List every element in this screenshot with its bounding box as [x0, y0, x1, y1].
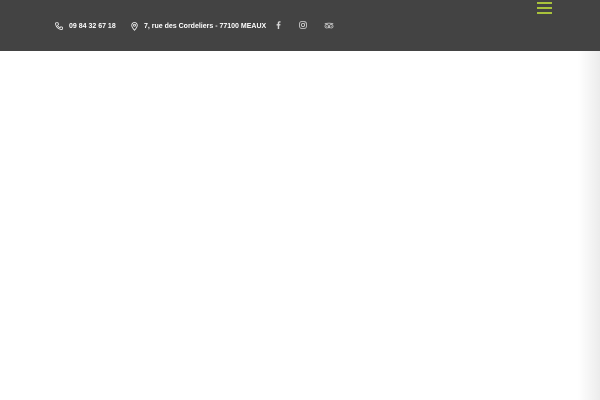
- instagram-icon: [299, 16, 307, 34]
- tripadvisor-link[interactable]: [323, 19, 335, 31]
- phone-number: 09 84 32 67 18: [69, 22, 116, 30]
- scrollbar-shade: [578, 51, 600, 400]
- address-text: 7, rue des Cordeliers - 77100 MEAUX: [144, 22, 267, 30]
- hamburger-menu-icon-bar-middle: [537, 7, 552, 9]
- page: 09 84 32 67 18 7, rue des Cordeliers - 7…: [0, 0, 600, 400]
- address-link[interactable]: 7, rue des Cordeliers - 77100 MEAUX: [130, 19, 266, 33]
- facebook-link[interactable]: [272, 19, 284, 31]
- hamburger-menu-icon-bar-bottom: [537, 12, 552, 14]
- main-content: [0, 51, 600, 400]
- map-pin-icon: [130, 21, 138, 31]
- top-bar: 09 84 32 67 18 7, rue des Cordeliers - 7…: [0, 0, 600, 51]
- phone-icon: [55, 22, 63, 31]
- menu-button[interactable]: [537, 1, 553, 15]
- tripadvisor-icon: [324, 16, 334, 34]
- instagram-link[interactable]: [297, 19, 309, 31]
- facebook-icon: [276, 16, 281, 34]
- hamburger-menu-icon-bar-top: [537, 2, 552, 4]
- phone-link[interactable]: 09 84 32 67 18: [55, 19, 116, 33]
